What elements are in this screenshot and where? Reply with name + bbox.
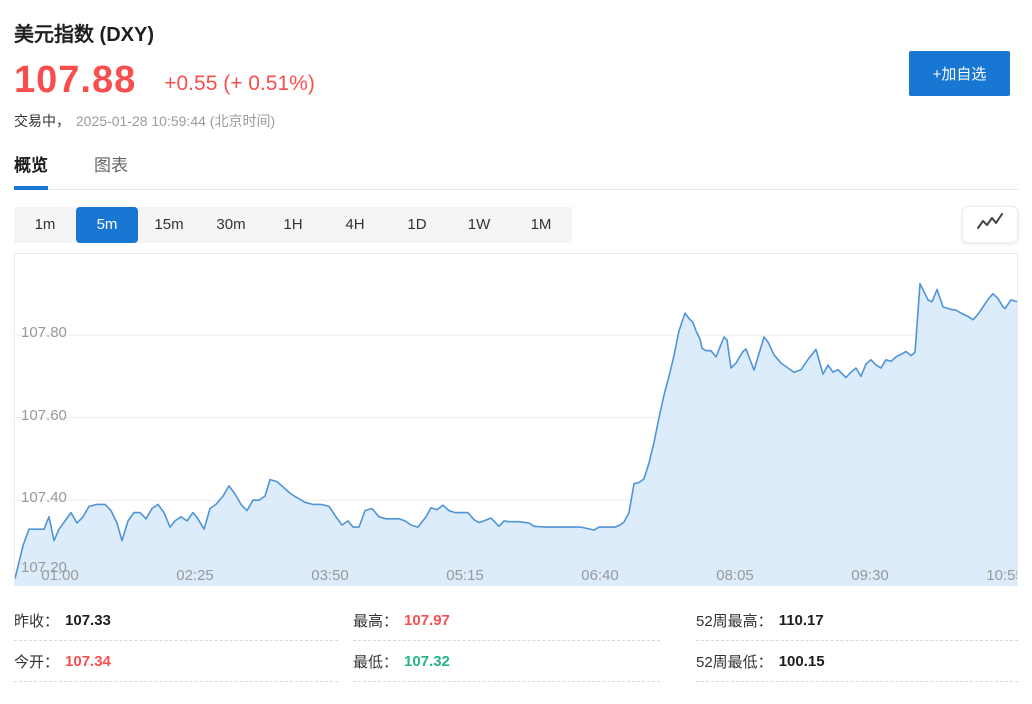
stat-label: 52周最低： <box>696 653 773 671</box>
tab-chart[interactable]: 图表 <box>94 151 128 189</box>
stat-label: 今开： <box>14 653 60 671</box>
period-button-30m[interactable]: 30m <box>200 207 262 243</box>
stat-row: 最高： 107.97 <box>353 600 660 641</box>
chart-area <box>15 282 1017 586</box>
status-row: 交易中， 2025-01-28 10:59:44 (北京时间) <box>14 111 1018 131</box>
period-button-1m[interactable]: 1m <box>14 207 76 243</box>
chart-toolbar: 1m 5m 15m 30m 1H 4H 1D 1W 1M <box>14 206 1018 243</box>
period-button-15m[interactable]: 15m <box>138 207 200 243</box>
period-button-1W[interactable]: 1W <box>448 207 510 243</box>
period-button-5m[interactable]: 5m <box>76 206 138 243</box>
price-row: 107.88 +0.55 (+ 0.51%) <box>14 61 1018 99</box>
period-button-1M[interactable]: 1M <box>510 207 572 243</box>
stat-value: 107.97 <box>404 611 450 629</box>
stat-row: 52周最低： 100.15 <box>696 641 1018 682</box>
stat-value: 107.33 <box>65 611 111 629</box>
trading-status: 交易中， <box>14 113 70 129</box>
period-selector: 1m 5m 15m 30m 1H 4H 1D 1W 1M <box>14 206 572 243</box>
stat-row: 最低： 107.32 <box>353 641 660 682</box>
stat-value: 107.34 <box>65 652 111 670</box>
price-chart[interactable]: 107.80 107.60 107.40 107.20 01:00 02:25 03:50 0… <box>14 253 1018 586</box>
stat-label: 最低： <box>353 653 399 671</box>
tab-overview[interactable]: 概览 <box>14 151 48 190</box>
quote-timestamp: 2025-01-28 10:59:44 (北京时间) <box>75 113 276 129</box>
period-button-4H[interactable]: 4H <box>324 207 386 243</box>
chart-style-button[interactable] <box>962 206 1018 243</box>
price-change: +0.55 (+ 0.51%) <box>164 72 315 95</box>
period-button-1D[interactable]: 1D <box>386 207 448 243</box>
current-price: 107.88 <box>14 59 137 101</box>
stat-label: 52周最高： <box>696 612 773 630</box>
stat-column: 昨收： 107.33 今开： 107.34 <box>14 600 338 682</box>
stat-value: 107.32 <box>404 652 450 670</box>
quote-page: 美元指数 (DXY) +加自选 107.88 +0.55 (+ 0.51%) 交… <box>0 0 1032 682</box>
instrument-title: 美元指数 (DXY) <box>14 24 154 46</box>
stat-value: 110.17 <box>778 611 824 629</box>
stat-row: 52周最高： 110.17 <box>696 600 1018 641</box>
stats-panel: 昨收： 107.33 今开： 107.34 最高： 107.97 最低： 107.32 52周最… <box>14 600 1018 682</box>
stat-column: 52周最高： 110.17 52周最低： 100.15 <box>696 600 1018 682</box>
stat-column: 最高： 107.97 最低： 107.32 <box>353 600 660 682</box>
stat-row: 今开： 107.34 <box>14 641 338 682</box>
stat-row: 昨收： 107.33 <box>14 600 338 641</box>
tab-bar: 概览 图表 <box>14 151 1018 190</box>
stat-label: 最高： <box>353 612 399 630</box>
stat-label: 昨收： <box>14 612 60 630</box>
period-button-1H[interactable]: 1H <box>262 207 324 243</box>
stat-value: 100.15 <box>778 652 825 670</box>
line-chart-icon <box>975 213 1005 236</box>
add-watchlist-button[interactable]: +加自选 <box>909 51 1010 96</box>
